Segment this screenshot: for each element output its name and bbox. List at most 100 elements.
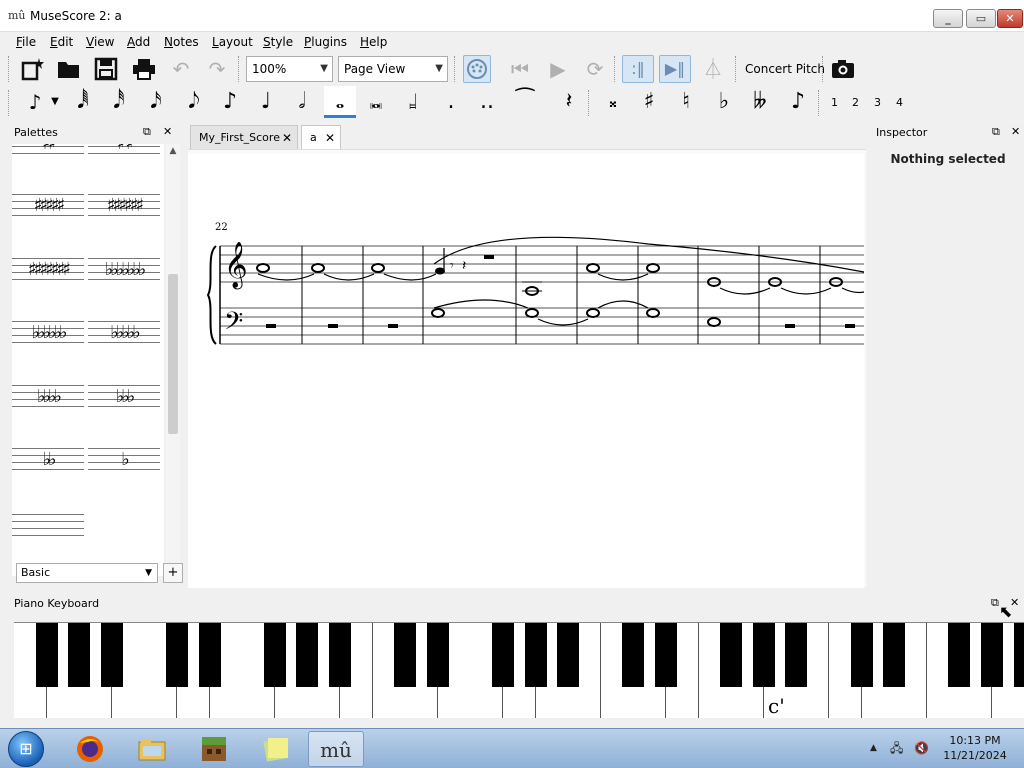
open-folder-icon[interactable]	[56, 56, 82, 82]
menu-style[interactable]: Style	[263, 34, 293, 50]
view-mode-select[interactable]: Page View ▼	[338, 56, 448, 82]
redo-icon[interactable]: ↷	[204, 56, 230, 82]
minecraft-icon[interactable]	[186, 731, 242, 767]
workspace-select[interactable]: Basic ▼	[16, 563, 158, 583]
keysig-7-sharps-partial[interactable]: ♯♯	[12, 144, 84, 178]
black-key[interactable]	[68, 623, 91, 687]
metronome-icon[interactable]: ⏃	[700, 56, 726, 82]
keysig-7-flats[interactable]: ♭♭♭♭♭♭♭	[88, 244, 160, 304]
black-key[interactable]	[100, 623, 123, 687]
sharp-icon[interactable]: ♯	[634, 86, 664, 118]
black-key[interactable]	[655, 623, 677, 687]
black-key[interactable]	[329, 623, 351, 687]
add-workspace-button[interactable]: +	[163, 563, 183, 583]
menu-notes[interactable]: Notes	[164, 34, 199, 50]
score-canvas[interactable]: 22 𝄞 𝄢 𝄾 𝄽	[188, 149, 866, 588]
toolbar-grip[interactable]	[588, 90, 592, 116]
menu-file[interactable]: File	[16, 34, 36, 50]
keysig-4-flats[interactable]: ♭♭♭♭	[12, 371, 84, 431]
close-icon[interactable]: ✕	[163, 125, 172, 139]
8th-note-flag-icon[interactable]: 𝅘𝅥𝅮	[179, 86, 209, 118]
firefox-icon[interactable]	[62, 731, 118, 767]
voice-1-button[interactable]: 1	[831, 96, 838, 110]
loop-icon[interactable]: ⟳	[582, 56, 608, 82]
pan-score-icon[interactable]: ▶‖	[659, 55, 691, 83]
black-key[interactable]	[296, 623, 319, 687]
volume-muted-icon[interactable]: 🔇	[914, 741, 929, 755]
keysig-7-sharps[interactable]: ♯♯♯♯♯♯♯	[12, 244, 84, 304]
voice-2-button[interactable]: 2	[852, 96, 859, 110]
new-score-icon[interactable]	[20, 56, 46, 82]
menu-view[interactable]: View	[86, 34, 114, 50]
black-key[interactable]	[850, 623, 873, 687]
menu-edit[interactable]: Edit	[50, 34, 73, 50]
close-tab-icon[interactable]: ✕	[325, 126, 335, 150]
close-button[interactable]: ✕	[997, 9, 1023, 28]
file-explorer-icon[interactable]	[124, 731, 180, 767]
black-key[interactable]	[524, 623, 547, 687]
repeat-playback-icon[interactable]: :‖	[622, 55, 654, 83]
camera-icon[interactable]	[830, 56, 856, 82]
score-page[interactable]: 22 𝄞 𝄢 𝄾 𝄽	[188, 154, 864, 588]
scrollbar-thumb[interactable]	[168, 274, 178, 434]
undock-icon[interactable]: ⧉	[992, 125, 1000, 139]
keysig-5-flats[interactable]: ♭♭♭♭♭	[88, 307, 160, 367]
menu-layout[interactable]: Layout	[212, 34, 253, 50]
black-key[interactable]	[394, 623, 417, 687]
close-tab-icon[interactable]: ✕	[282, 126, 292, 150]
quarter-note-icon[interactable]: ♩	[251, 86, 281, 118]
keysig-7-flats-partial[interactable]: ♯ ♯	[88, 144, 160, 178]
midi-input-icon[interactable]	[463, 55, 491, 83]
sticky-notes-icon[interactable]	[248, 731, 304, 767]
minimize-button[interactable]: _	[933, 9, 963, 28]
black-key[interactable]	[426, 623, 449, 687]
black-key[interactable]	[263, 623, 286, 687]
32nd-note-icon[interactable]: 𝅘𝅥𝅰	[104, 86, 134, 118]
black-key[interactable]	[622, 623, 645, 687]
voice-3-button[interactable]: 3	[874, 96, 881, 110]
undock-icon[interactable]: ⧉	[143, 125, 151, 139]
tie-icon[interactable]: ⁀	[510, 86, 540, 118]
natural-icon[interactable]: ♮	[671, 86, 701, 118]
undo-icon[interactable]: ↶	[168, 56, 194, 82]
system-clock[interactable]: 10:13 PM 11/21/2024	[940, 733, 1010, 763]
chevron-down-icon[interactable]: ▼	[48, 86, 62, 118]
toolbar-grip[interactable]	[238, 56, 242, 82]
save-icon[interactable]	[93, 56, 119, 82]
double-sharp-icon[interactable]: 𝄪	[598, 86, 628, 118]
black-key[interactable]	[883, 623, 906, 687]
toolbar-grip[interactable]	[8, 56, 12, 82]
16th-note-icon[interactable]: 𝅘𝅥𝅯	[141, 86, 171, 118]
close-icon[interactable]: ✕	[1011, 125, 1020, 139]
keysig-6-sharps[interactable]: ♯♯♯♯♯♯	[88, 180, 160, 240]
toolbar-grip[interactable]	[614, 56, 618, 82]
keysig-5-sharps[interactable]: ♯♯♯♯♯	[12, 180, 84, 240]
show-hidden-icons-icon[interactable]: ▲	[870, 741, 877, 755]
augmentation-dot-icon[interactable]: .	[436, 86, 466, 118]
double-dot-icon[interactable]: ..	[472, 86, 502, 118]
maximize-button[interactable]: ▭	[966, 9, 996, 28]
piano-keys[interactable]	[14, 622, 1024, 718]
palette-scrollbar[interactable]: ▲ ▼	[166, 144, 180, 576]
note-input-mode-icon[interactable]: ♪	[18, 86, 52, 118]
black-key[interactable]	[1013, 623, 1024, 687]
black-key[interactable]	[948, 623, 971, 687]
score-notation[interactable]: 𝄞 𝄢 𝄾 𝄽	[188, 154, 864, 588]
toolbar-grip[interactable]	[822, 56, 826, 82]
double-flat-icon[interactable]: 𝄫	[745, 86, 775, 118]
print-icon[interactable]	[131, 56, 157, 82]
rewind-icon[interactable]: ⏮	[507, 56, 533, 82]
concert-pitch-toggle[interactable]: Concert Pitch	[745, 62, 825, 76]
eighth-note-icon[interactable]: ♪	[215, 86, 245, 118]
double-whole-note-icon[interactable]: 𝅜	[361, 86, 391, 118]
black-key[interactable]	[785, 623, 808, 687]
network-icon[interactable]: 🖧	[890, 741, 903, 755]
tab-a[interactable]: a ✕	[301, 125, 341, 149]
flat-icon[interactable]: ♭	[709, 86, 739, 118]
musescore-taskbar-icon[interactable]: mû	[308, 731, 364, 767]
zoom-select[interactable]: 100% ▼	[246, 56, 333, 82]
voice-4-button[interactable]: 4	[896, 96, 903, 110]
menu-add[interactable]: Add	[127, 34, 150, 50]
play-icon[interactable]: ▶	[545, 56, 571, 82]
toolbar-grip[interactable]	[735, 56, 739, 82]
